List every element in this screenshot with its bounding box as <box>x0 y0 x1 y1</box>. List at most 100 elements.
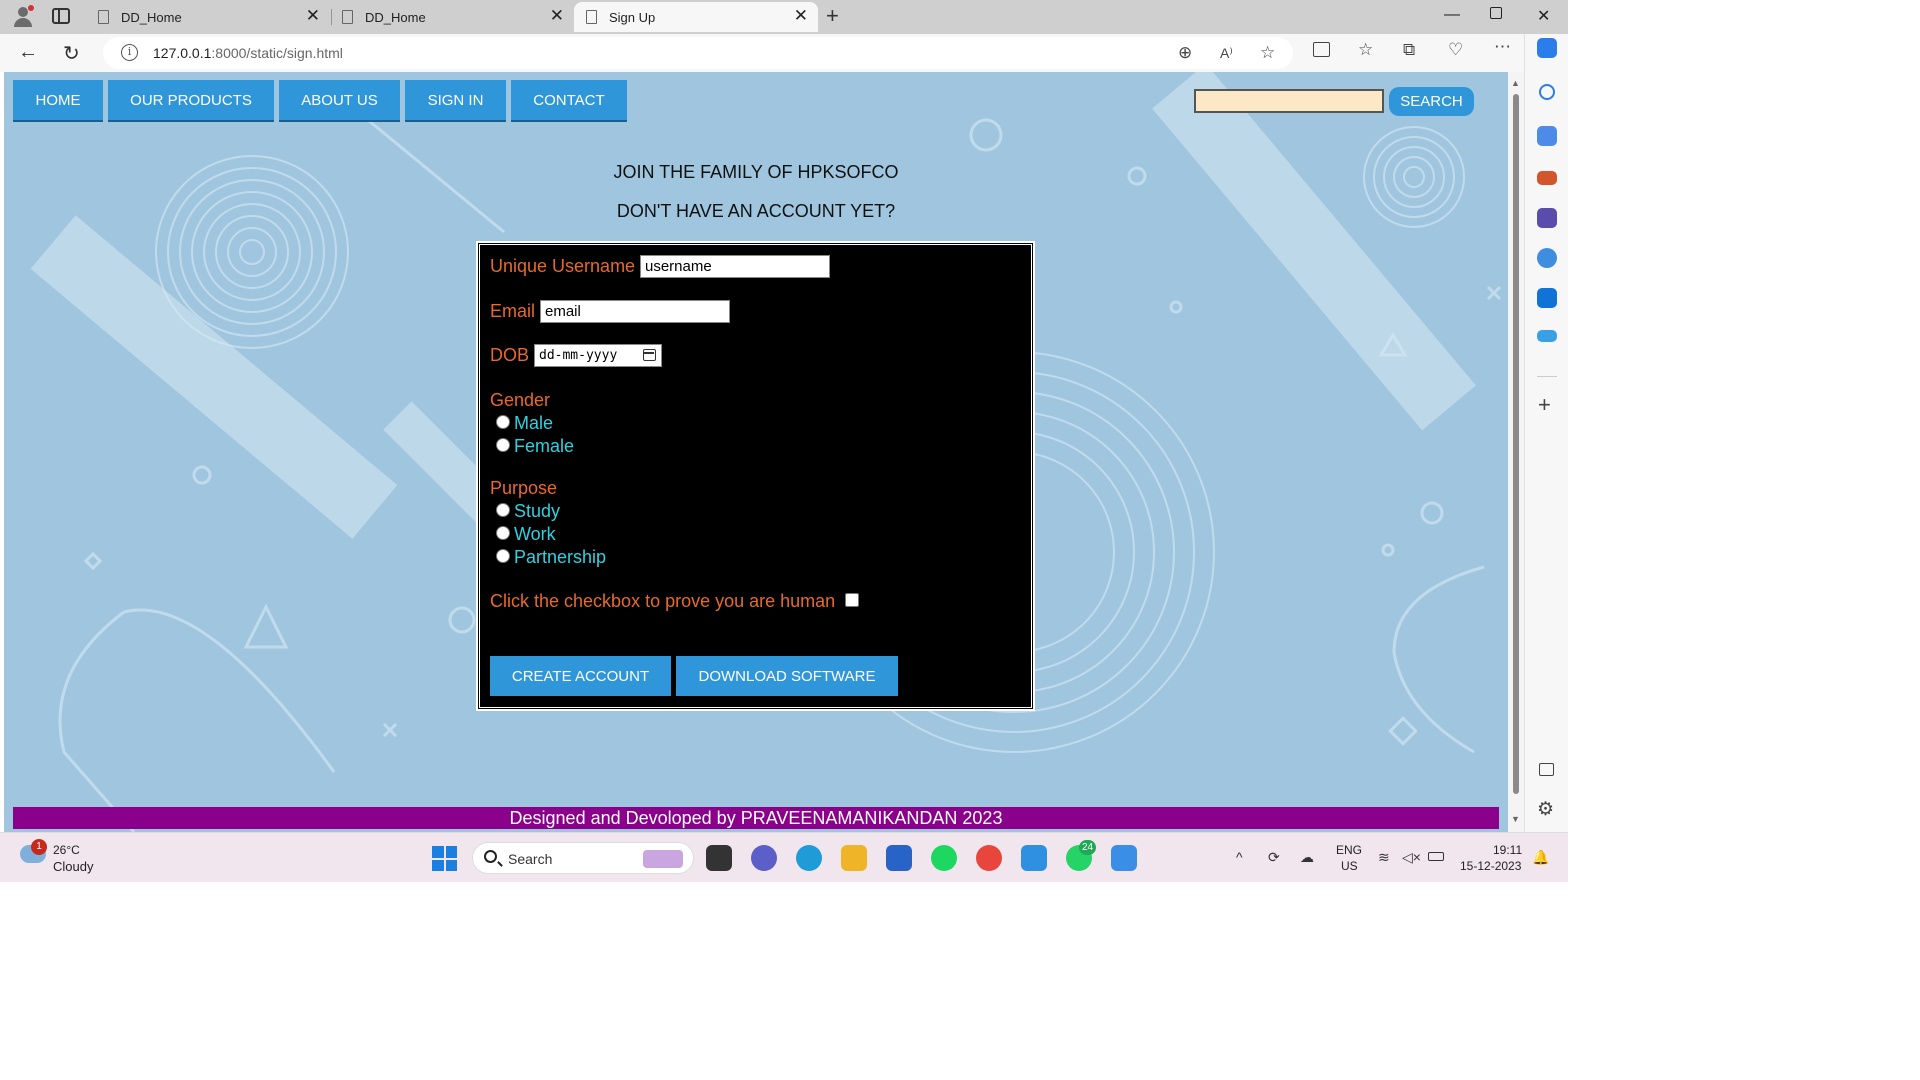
url-text: 127.0.0.1:8000/static/sign.html <box>153 45 343 61</box>
task-view-icon[interactable] <box>706 845 732 871</box>
page-subtitle: DON'T HAVE AN ACCOUNT YET? <box>616 201 896 221</box>
signup-form: Unique Username username Email email DOB… <box>476 241 1035 711</box>
new-tab-icon[interactable]: + <box>826 3 839 29</box>
url-field[interactable]: i 127.0.0.1:8000/static/sign.html ⊕ A⁾ ☆ <box>103 37 1293 69</box>
start-windows-icon[interactable] <box>432 846 457 871</box>
profile-icon[interactable] <box>10 4 36 30</box>
username-field[interactable]: username <box>640 255 830 278</box>
sync-icon[interactable]: ⟳ <box>1268 849 1280 866</box>
search-button[interactable]: SEARCH <box>1389 87 1474 116</box>
clock-date[interactable]: 15-12-2023 <box>1460 859 1521 873</box>
purpose-work-radio[interactable] <box>496 526 510 540</box>
purpose-partnership-label: Partnership <box>514 547 607 567</box>
scroll-down-icon[interactable]: ▼ <box>1511 814 1520 824</box>
photos-icon[interactable] <box>1111 845 1137 871</box>
page-viewport: HOME OUR PRODUCTS ABOUT US SIGN IN CONTA… <box>4 72 1508 832</box>
purpose-label: Purpose <box>490 478 558 498</box>
purpose-partnership-radio[interactable] <box>496 549 510 563</box>
minimize-icon[interactable]: — <box>1444 6 1460 24</box>
onedrive-icon[interactable]: ☁ <box>1300 849 1314 866</box>
favorite-star-icon[interactable]: ☆ <box>1260 43 1275 63</box>
page-scrollbar[interactable]: ▲ ▼ <box>1508 72 1524 832</box>
favorites-icon[interactable]: ☆ <box>1358 40 1373 60</box>
nav-our-products[interactable]: OUR PRODUCTS <box>108 80 274 122</box>
browser-tab-2[interactable]: DD_Home ✕ <box>330 2 576 32</box>
close-tab-icon[interactable]: ✕ <box>306 7 320 25</box>
close-window-icon[interactable]: ✕ <box>1537 6 1550 26</box>
notification-bell-icon[interactable]: 🔔 <box>1532 849 1549 866</box>
battery-icon[interactable] <box>1428 852 1444 861</box>
file-explorer-icon[interactable] <box>841 845 867 871</box>
scrollbar-thumb[interactable] <box>1513 94 1519 794</box>
page-icon <box>342 10 353 24</box>
close-tab-icon[interactable]: ✕ <box>550 7 564 25</box>
browser-essentials-icon[interactable]: ♡ <box>1448 40 1463 60</box>
gender-female-label: Female <box>514 436 575 456</box>
nav-sign-in[interactable]: SIGN IN <box>405 80 506 122</box>
search-icon[interactable] <box>1539 84 1555 100</box>
nav-contact[interactable]: CONTACT <box>511 80 627 122</box>
page-footer: Designed and Devoloped by PRAVEENAMANIKA… <box>13 807 1499 829</box>
copilot-icon[interactable] <box>1537 38 1557 58</box>
spotify-icon[interactable] <box>931 845 957 871</box>
gender-female-radio[interactable] <box>496 438 510 452</box>
edge-browser-icon[interactable] <box>796 845 822 871</box>
purpose-study-radio[interactable] <box>496 503 510 517</box>
drop-icon[interactable] <box>1537 330 1557 342</box>
weather-desc[interactable]: Cloudy <box>53 859 93 874</box>
tab-title: DD_Home <box>121 9 182 25</box>
add-sidebar-icon[interactable]: + <box>1538 392 1551 418</box>
search-icon <box>484 850 497 863</box>
purpose-work-label: Work <box>514 524 556 544</box>
games-icon[interactable] <box>1537 208 1557 228</box>
restore-icon[interactable] <box>1490 7 1502 19</box>
create-account-button[interactable]: CREATE ACCOUNT <box>490 656 671 696</box>
scroll-up-icon[interactable]: ▲ <box>1511 78 1520 88</box>
vscode-icon[interactable] <box>1021 845 1047 871</box>
outlook-icon[interactable] <box>1537 288 1557 308</box>
hide-sidebar-icon[interactable] <box>1539 763 1554 776</box>
calendar-icon[interactable] <box>643 349 656 361</box>
volume-muted-icon[interactable]: ◁× <box>1402 849 1421 866</box>
gender-label: Gender <box>490 390 551 410</box>
nav-about-us[interactable]: ABOUT US <box>279 80 400 122</box>
microsoft-365-icon[interactable] <box>1537 248 1557 268</box>
whatsapp-badge: 24 <box>1079 840 1096 855</box>
clock-time[interactable]: 19:11 <box>1493 843 1522 857</box>
main-nav: HOME OUR PRODUCTS ABOUT US SIGN IN CONTA… <box>13 80 632 122</box>
download-software-button[interactable]: DOWNLOAD SOFTWARE <box>676 656 898 696</box>
chrome-icon[interactable] <box>976 845 1002 871</box>
wifi-icon[interactable]: ≋ <box>1378 849 1390 866</box>
gender-male-radio[interactable] <box>496 415 510 429</box>
site-search-input[interactable] <box>1194 89 1384 113</box>
dob-date-field[interactable]: dd-mm-yyyy <box>534 344 662 367</box>
more-options-icon[interactable]: ⋯ <box>1494 37 1511 57</box>
human-checkbox[interactable] <box>845 593 859 607</box>
weather-temp[interactable]: 26°C <box>53 843 80 857</box>
email-field[interactable]: email <box>540 300 730 323</box>
shopping-tag-icon[interactable] <box>1537 126 1557 146</box>
browser-tab-3[interactable]: Sign Up ✕ <box>574 2 818 32</box>
back-icon[interactable]: ← <box>18 41 38 64</box>
split-screen-icon[interactable] <box>1313 42 1330 57</box>
close-tab-icon[interactable]: ✕ <box>794 7 808 25</box>
taskbar-search[interactable]: Search <box>472 842 694 874</box>
microsoft-store-icon[interactable] <box>886 845 912 871</box>
language-label[interactable]: ENG <box>1336 843 1362 857</box>
refresh-icon[interactable]: ↻ <box>63 41 80 66</box>
tab-actions-icon[interactable] <box>52 8 70 24</box>
settings-gear-icon[interactable]: ⚙ <box>1537 798 1554 821</box>
gender-male-label: Male <box>514 413 554 433</box>
browser-tab-1[interactable]: DD_Home ✕ <box>86 2 332 32</box>
zoom-icon[interactable]: ⊕ <box>1178 43 1192 63</box>
sidebar-divider <box>1537 376 1557 377</box>
dob-placeholder: dd-mm-yyyy <box>539 348 618 363</box>
tools-icon[interactable] <box>1537 171 1557 185</box>
region-label[interactable]: US <box>1341 859 1358 873</box>
chevron-up-icon[interactable]: ^ <box>1236 849 1243 865</box>
site-info-icon[interactable]: i <box>121 44 138 61</box>
nav-home[interactable]: HOME <box>13 80 103 122</box>
teams-chat-icon[interactable] <box>751 845 777 871</box>
collections-icon[interactable]: ⧉ <box>1403 40 1415 60</box>
read-aloud-icon[interactable]: A⁾ <box>1220 45 1233 62</box>
